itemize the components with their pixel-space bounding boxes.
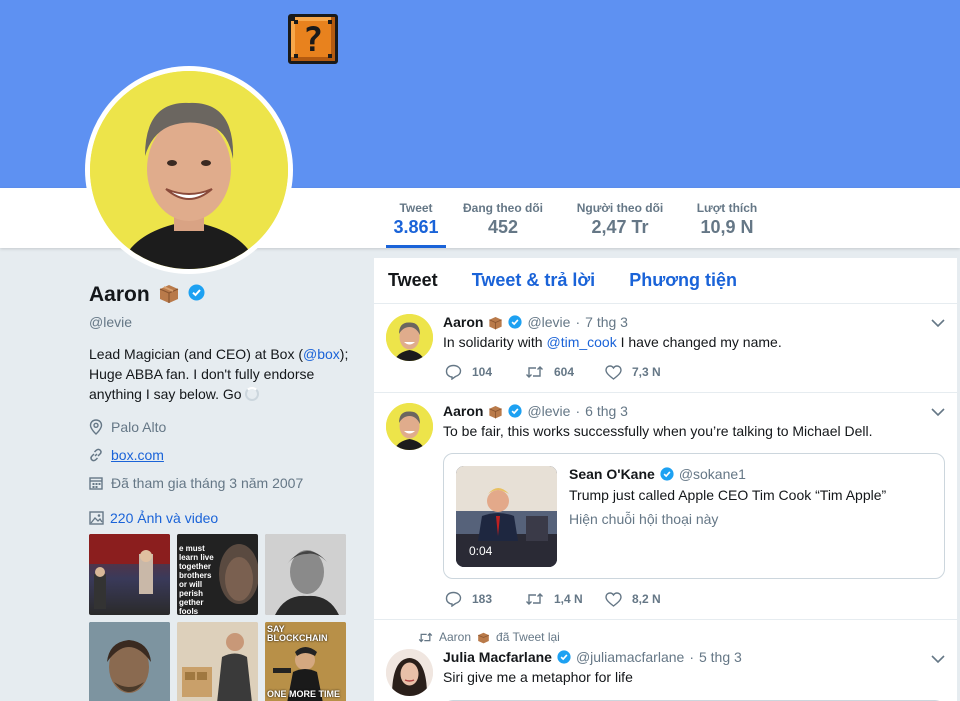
box-emoji-icon [478,632,489,643]
stat-likes[interactable]: Lượt thích 10,9 N [692,188,762,248]
heart-icon [605,364,622,380]
tweet[interactable]: Aaron @levie · 7 thg 3 In solidarity wit… [374,304,957,393]
tweet-text: In solidarity with @tim_cook I have chan… [443,334,782,350]
tweet-header: Aaron @levie · 7 thg 3 [443,314,628,330]
media-thumbnail[interactable] [89,622,170,701]
tweet-author-handle[interactable]: @juliamacfarlane [576,649,684,665]
location-pin-icon [89,419,103,435]
quoted-tweet-header: Sean O'Kane @sokane1 [569,466,746,482]
verified-badge-icon [557,650,571,664]
reply-icon [445,591,462,607]
show-thread-link[interactable]: Hiện chuỗi hội thoại này [569,511,718,527]
profile-bio: Lead Magician (and CEO) at Box (@box); H… [89,346,349,402]
media-thumbnail[interactable] [265,534,346,615]
bio-mention-link[interactable]: @box [303,346,340,362]
media-thumbnails: e must learn live together brothers or w… [89,534,359,701]
media-thumbnail[interactable] [89,534,170,615]
chevron-down-icon[interactable] [931,318,945,328]
reply-button[interactable]: 104 [445,364,525,380]
tweet[interactable]: Aaron đã Tweet lại Julia Macfarlane @jul… [374,620,957,701]
tweet-text: Siri give me a metaphor for life [443,669,633,685]
tab-media[interactable]: Phương tiện [629,270,737,291]
tweet-date[interactable]: 7 thg 3 [585,314,628,330]
like-button[interactable]: 8,2 N [605,591,685,607]
retweet-icon [526,593,543,605]
quoted-video-thumbnail[interactable]: 0:04 [456,466,557,567]
tweet-actions: 183 1,4 N 8,2 N [445,591,685,607]
calendar-icon [89,477,103,490]
stat-followers[interactable]: Người theo dõi 2,47 Tr [571,188,669,248]
quoted-author-handle[interactable]: @sokane1 [679,466,746,482]
media-thumbnail[interactable] [177,622,258,701]
retweet-context: Aaron đã Tweet lại [418,630,560,644]
tweet-author-name[interactable]: Aaron [443,403,483,419]
tab-tweets[interactable]: Tweet [388,270,438,291]
profile-avatar[interactable] [85,66,293,274]
profile-card: Aaron @levie Lead Magician (and CEO) at … [89,280,359,701]
tweet-author-name[interactable]: Aaron [443,314,483,330]
website-link[interactable]: box.com [111,447,164,463]
verified-badge-icon [188,284,205,306]
tweet-date[interactable]: 6 thg 3 [585,403,628,419]
tweet-actions: 104 604 7,3 N [445,364,685,380]
tweet-author-handle[interactable]: @levie [527,403,570,419]
link-icon [90,448,102,462]
reply-icon [445,364,462,380]
like-button[interactable]: 7,3 N [605,364,685,380]
quoted-tweet[interactable]: 0:04 Sean O'Kane @sokane1 Trump just cal… [443,453,945,579]
verified-badge-icon [508,315,523,329]
stat-following[interactable]: Đang theo dõi 452 [458,188,548,248]
photos-videos-link[interactable]: 220 Ảnh và video [89,510,359,526]
timeline: Tweet Tweet & trả lời Phương tiện Aaron … [374,258,957,701]
heart-icon [605,591,622,607]
retweeter-name[interactable]: Aaron [439,630,471,644]
location-text: Palo Alto [111,419,167,435]
tweet[interactable]: Aaron @levie · 6 thg 3 To be fair, this … [374,393,957,620]
video-duration: 0:04 [469,544,493,558]
chevron-down-icon[interactable] [931,654,945,664]
profile-name: Aaron [89,283,150,306]
media-thumbnail[interactable]: e must learn live together brothers or w… [177,534,258,615]
quoted-author-name[interactable]: Sean O'Kane [569,466,655,482]
tweet-header: Julia Macfarlane @juliamacfarlane · 5 th… [443,649,742,665]
retweet-icon [526,366,543,378]
media-thumbnail[interactable]: SAY BLOCKCHAIN ONE MORE TIME [265,622,346,701]
chevron-down-icon[interactable] [931,407,945,417]
question-block-icon: ? [288,14,338,64]
verified-badge-icon [508,404,523,418]
spinner-emoji-icon [245,387,260,401]
tweet-avatar[interactable] [386,649,433,696]
profile-handle: @levie [89,314,133,330]
verified-badge-icon [660,467,674,481]
tweet-author-name[interactable]: Julia Macfarlane [443,649,552,665]
box-emoji-icon [158,282,180,309]
tweet-date[interactable]: 5 thg 3 [699,649,742,665]
retweet-button[interactable]: 1,4 N [525,592,605,606]
joined-text: Đã tham gia tháng 3 năm 2007 [111,475,304,491]
tab-tweets-replies[interactable]: Tweet & trả lời [472,270,596,291]
quoted-tweet-text: Trump just called Apple CEO Tim Cook “Ti… [569,487,887,503]
mention-link[interactable]: @tim_cook [546,334,616,350]
location-row: Palo Alto [89,418,359,436]
tweet-avatar[interactable] [386,314,433,361]
image-icon [89,511,104,525]
joined-row: Đã tham gia tháng 3 năm 2007 [89,474,359,492]
box-emoji-icon [489,405,503,418]
stat-tweets[interactable]: Tweet 3.861 [386,188,446,248]
tweet-author-handle[interactable]: @levie [527,314,570,330]
tweet-header: Aaron @levie · 6 thg 3 [443,403,628,419]
reply-button[interactable]: 183 [445,591,525,607]
website-row: box.com [89,446,359,464]
tweet-avatar[interactable] [386,403,433,450]
retweet-button[interactable]: 604 [525,365,605,379]
tweet-text: To be fair, this works successfully when… [443,423,873,439]
retweet-icon [418,632,433,642]
box-emoji-icon [489,316,503,329]
timeline-tabs: Tweet Tweet & trả lời Phương tiện [374,258,957,304]
